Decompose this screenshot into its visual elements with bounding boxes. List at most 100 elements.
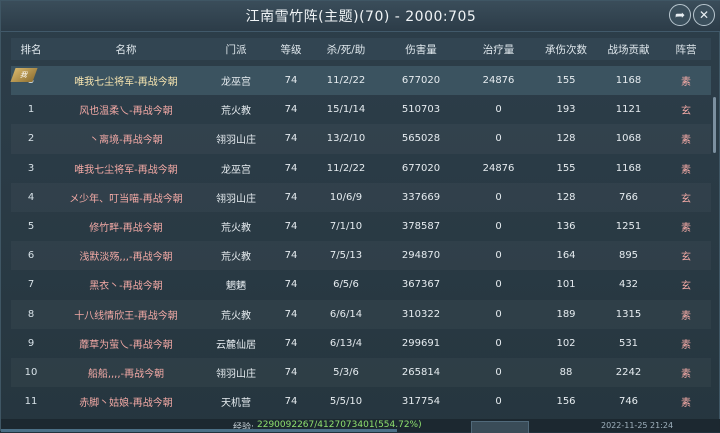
footer-tab-button[interactable] [471,421,529,433]
table-row[interactable]: 10 船船,,,,-再战今朝 翎羽山庄 74 5/3/6 265814 0 88 2242 素 [11,358,711,387]
cell-name: 船船,,,,-再战今朝 [87,368,165,380]
table-row[interactable]: 5 修竹畔-再战今朝 荒火教 74 7/1/10 378587 0 136 1251 素 [11,212,711,241]
cell-damage: 367367 [401,279,441,291]
cell-sect: 荒火教 [221,106,251,118]
cell-camp: 玄 [681,252,691,264]
cell-rank: 5 [27,221,35,233]
cell-level: 74 [284,75,298,87]
col-header-kda[interactable]: 杀/死/助 [311,42,381,57]
cell-damage: 310322 [401,308,441,320]
table-row[interactable]: 1 风也温柔乀-再战今朝 荒火教 74 15/1/14 510703 0 193 1121 玄 [11,95,711,124]
cell-name: 修竹畔-再战今朝 [89,223,163,235]
cell-level: 74 [284,396,298,408]
cell-camp: 玄 [681,106,691,118]
table-row-self[interactable]: 3唯我七尘将军-再战今朝龙巫宫7411/2/226770202487615511… [10,66,711,96]
cell-kda: 15/1/14 [326,104,366,116]
cell-name: 浅默淡殇,,,-再战今朝 [79,252,173,264]
cell-sect: 荒火教 [221,252,251,264]
cell-sect: 翎羽山庄 [216,135,256,147]
cell-camp: 素 [681,310,691,322]
cell-kda: 7/1/10 [329,221,363,233]
cell-level: 74 [284,337,298,349]
cell-contribution: 1121 [615,104,642,116]
cell-rank: 3 [27,162,35,174]
cell-sect: 魍魉 [226,281,246,293]
scrollbar-thumb[interactable] [713,97,716,153]
cell-healing: 0 [495,133,502,145]
stats-table: 3唯我七尘将军-再战今朝龙巫宫7411/2/226770202487615511… [10,66,711,416]
cell-healing: 0 [495,279,502,291]
cell-healing: 0 [495,308,502,320]
cell-camp: 素 [681,368,691,380]
cell-hits-taken: 155 [556,162,576,174]
cell-sect: 翎羽山庄 [216,368,256,380]
cell-healing: 24876 [482,162,515,174]
cell-hits-taken: 128 [556,191,576,203]
col-header-healing[interactable]: 治疗量 [461,42,536,57]
cell-name: メ少年、叮当喵-再战今朝 [69,193,183,205]
cell-camp: 素 [681,164,691,176]
cell-contribution: 2242 [615,366,642,378]
cell-damage: 299691 [401,337,441,349]
table-row[interactable]: 6 浅默淡殇,,,-再战今朝 荒火教 74 7/5/13 294870 0 164 895 玄 [11,241,711,270]
col-header-name[interactable]: 名称 [51,42,201,57]
col-header-sect[interactable]: 门派 [201,42,271,57]
cell-hits-taken: 164 [556,250,576,262]
table-row[interactable]: 8 十八线情欣王-再战今朝 荒火教 74 6/6/14 310322 0 189 1315 素 [11,300,711,329]
col-header-rank[interactable]: 排名 [11,42,51,57]
cell-rank: 7 [27,279,35,291]
cell-rank: 8 [27,308,35,320]
cell-name: 唯我七尘将军-再战今朝 [74,77,178,89]
cell-hits-taken: 193 [556,104,576,116]
cell-rank: 10 [24,366,38,378]
cell-hits-taken: 156 [556,396,576,408]
cell-name: 赤脚丶姑娘-再战今朝 [79,398,173,410]
cell-sect: 云麓仙居 [216,339,256,351]
cell-contribution: 895 [618,250,639,262]
cell-level: 74 [284,162,298,174]
cell-level: 74 [284,250,298,262]
cell-hits-taken: 189 [556,308,576,320]
cell-contribution: 432 [618,279,639,291]
cell-contribution: 531 [618,337,639,349]
col-header-hits-taken[interactable]: 承伤次数 [536,42,596,57]
cell-sect: 翎羽山庄 [216,193,256,205]
col-header-camp[interactable]: 阵营 [661,42,711,57]
col-header-level[interactable]: 等级 [271,42,311,57]
cell-contribution: 1251 [615,221,642,233]
window-title: 江南雪竹阵(主题)(70) - 2000:705 [245,9,477,25]
cell-healing: 0 [495,104,502,116]
cell-contribution: 766 [618,191,639,203]
cell-kda: 6/13/4 [329,337,363,349]
cell-kda: 10/6/9 [329,191,363,203]
table-row[interactable]: 4 メ少年、叮当喵-再战今朝 翎羽山庄 74 10/6/9 337669 0 128 766 玄 [11,183,711,212]
col-header-damage[interactable]: 伤害量 [381,42,461,57]
table-row[interactable]: 7 黑衣丶-再战今朝 魍魉 74 6/5/6 367367 0 101 432 玄 [11,270,711,299]
cell-kda: 5/5/10 [329,396,363,408]
cell-sect: 荒火教 [221,223,251,235]
cell-hits-taken: 101 [556,279,576,291]
cell-hits-taken: 136 [556,221,576,233]
cell-healing: 0 [495,191,502,203]
cell-name: 丶离境-再战今朝 [89,135,163,147]
cell-name: 十八线情欣王-再战今朝 [74,310,178,322]
cell-rank: 6 [27,250,35,262]
cell-hits-taken: 88 [559,366,573,378]
cell-contribution: 746 [618,396,639,408]
cell-damage: 565028 [401,133,441,145]
table-row[interactable]: 11 赤脚丶姑娘-再战今朝 天机营 74 5/5/10 317754 0 156 746 素 [11,387,711,416]
table-row[interactable]: 9 蘼草为萤乀-再战今朝 云麓仙居 74 6/13/4 299691 0 102 531 素 [11,329,711,358]
col-header-contribution[interactable]: 战场贡献 [596,42,661,57]
table-row[interactable]: 3 唯我七尘将军-再战今朝 龙巫宫 74 11/2/22 677020 24876 155 11… [11,154,711,183]
cell-healing: 0 [495,396,502,408]
share-arrow-icon[interactable]: ➦ [669,4,691,26]
cell-level: 74 [284,308,298,320]
cell-camp: 素 [681,398,691,410]
cell-damage: 677020 [401,162,441,174]
cell-healing: 0 [495,337,502,349]
cell-level: 74 [284,104,298,116]
table-row[interactable]: 2 丶离境-再战今朝 翎羽山庄 74 13/2/10 565028 0 128 1068 素 [11,124,711,153]
cell-contribution: 1068 [615,133,642,145]
cell-name: 风也温柔乀-再战今朝 [79,106,173,118]
close-icon[interactable]: ✕ [693,4,715,26]
